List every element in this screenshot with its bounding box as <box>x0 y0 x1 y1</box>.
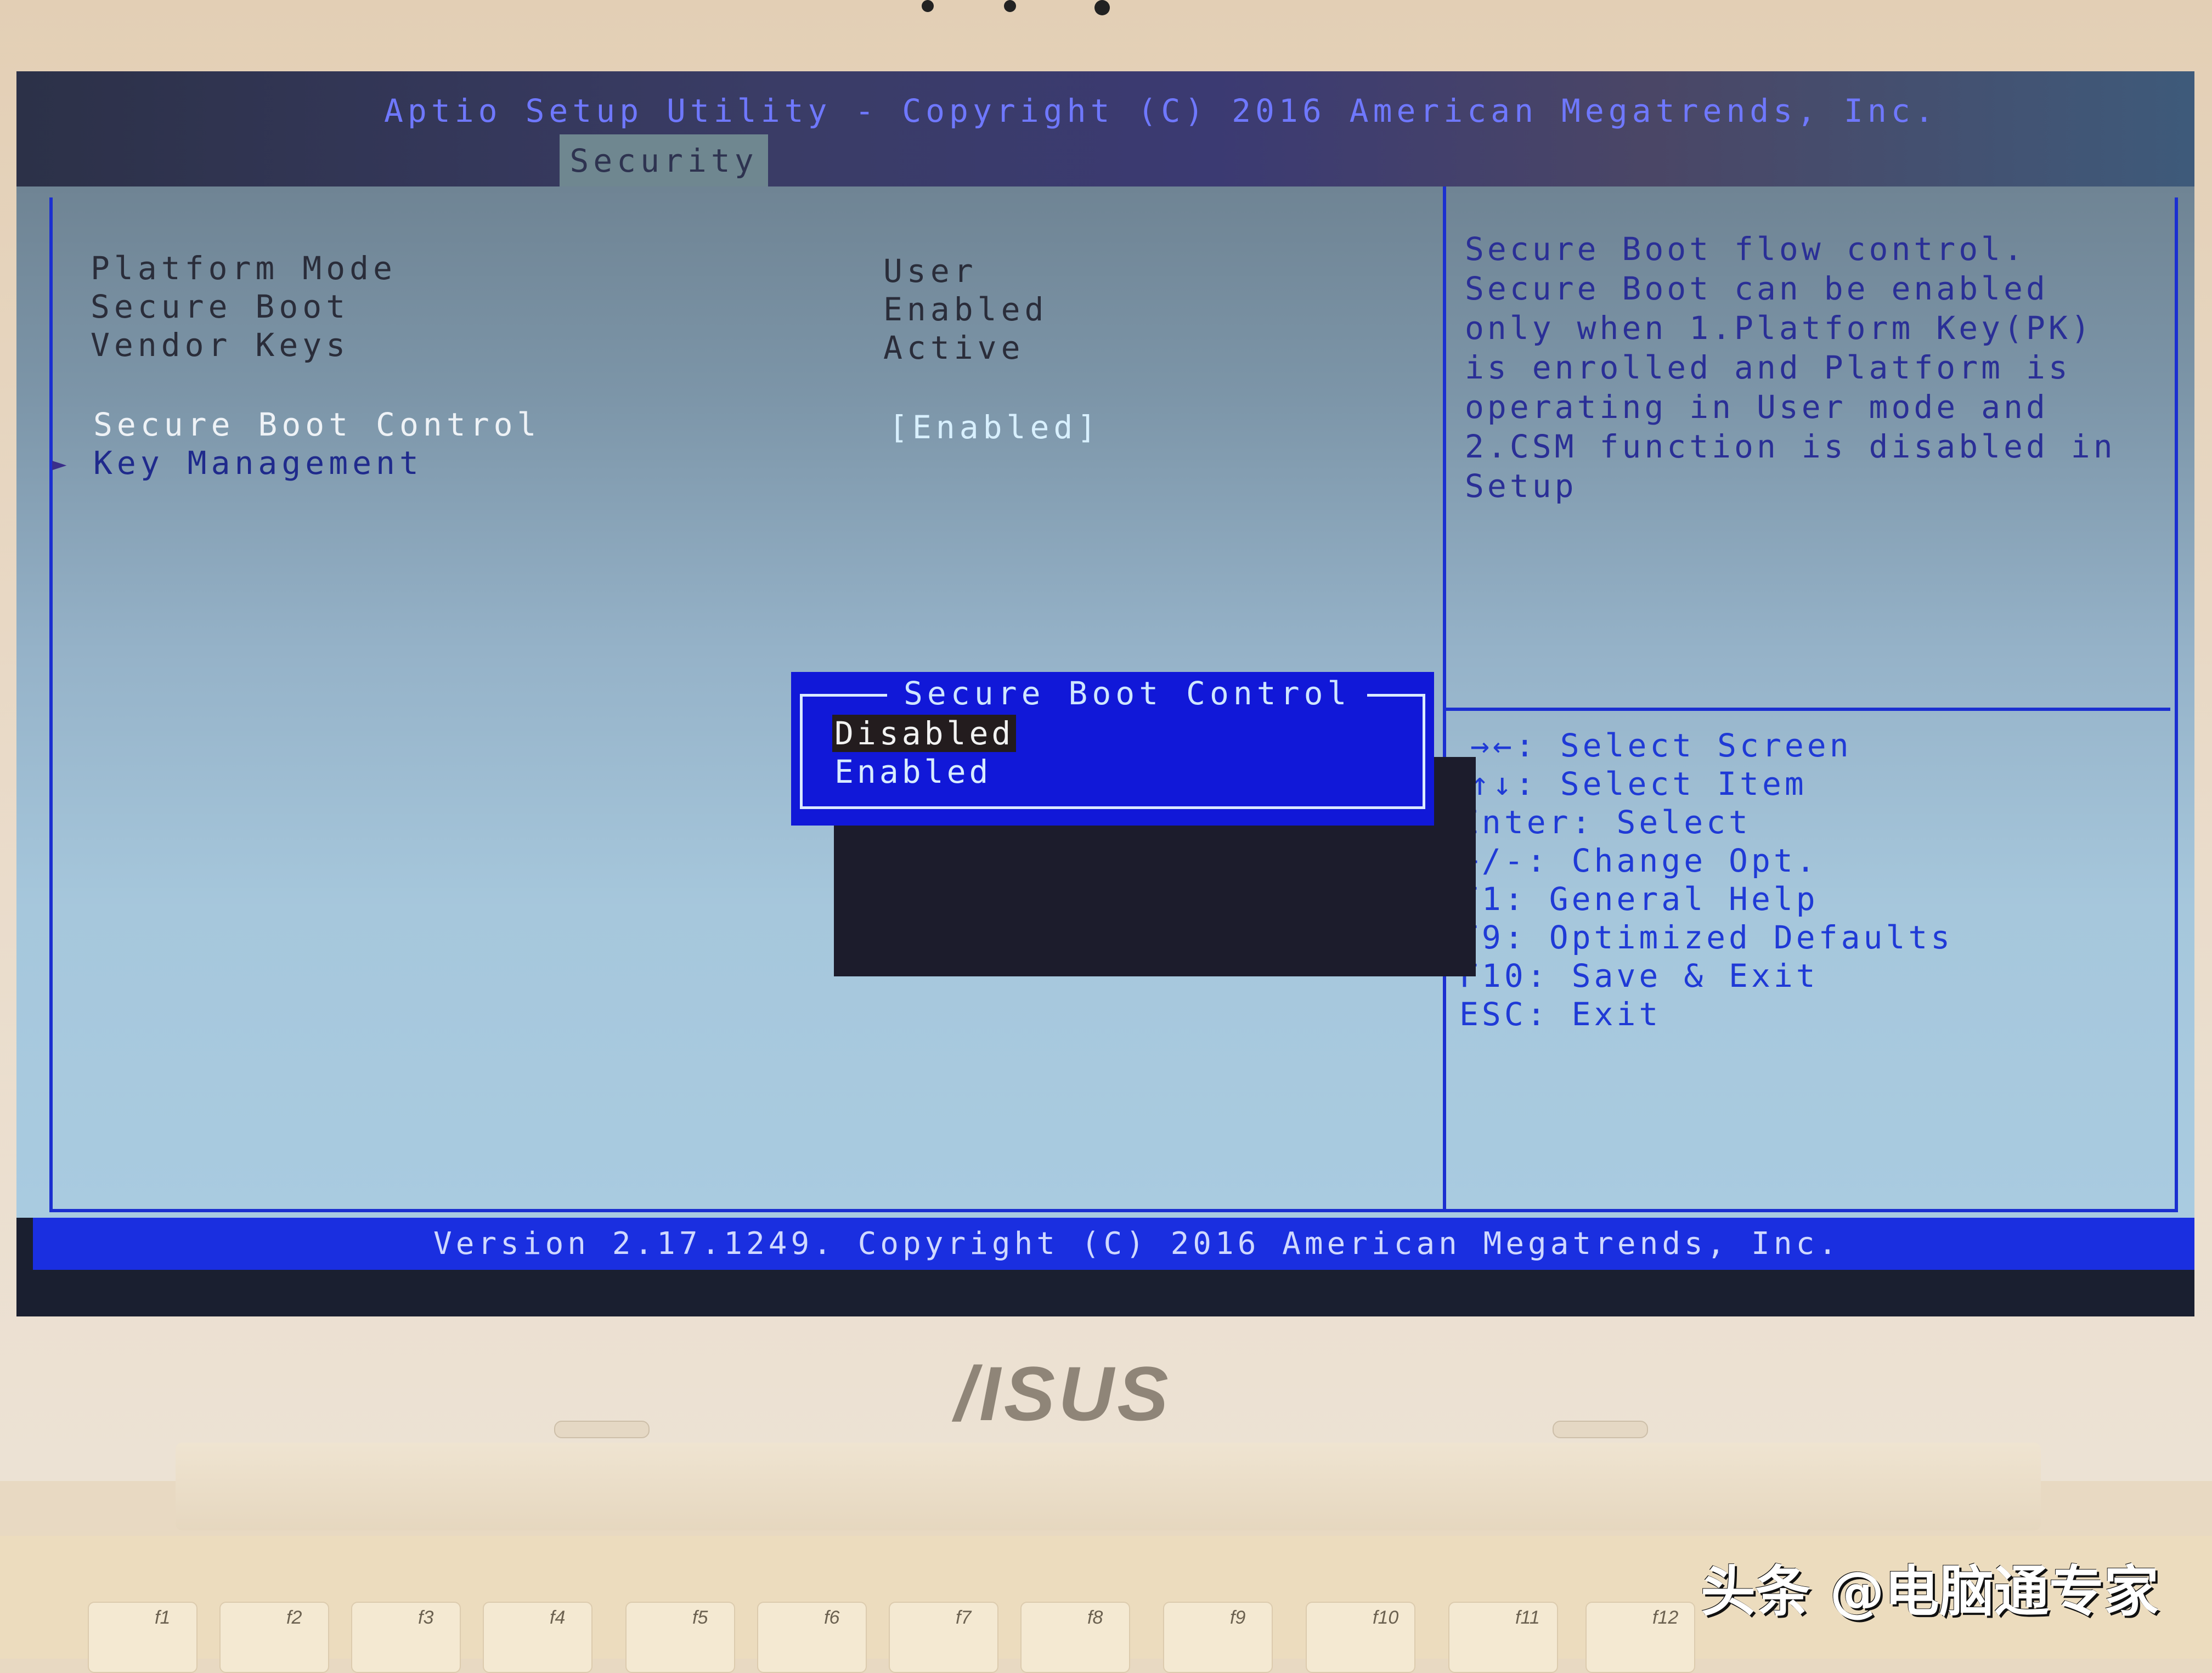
key-f4[interactable]: f4 <box>483 1602 592 1673</box>
submenu-arrow-icon: ► <box>52 450 67 478</box>
hinge-left <box>554 1421 650 1438</box>
setting-label-vendor-keys: Vendor Keys <box>91 326 350 364</box>
key-f6[interactable]: f6 <box>757 1602 867 1673</box>
key-arrows-vertical-icon: ↑↓: <box>1470 765 1538 802</box>
help-text-line: operating in User mode and <box>1465 388 2049 426</box>
popup-option-disabled[interactable]: Disabled <box>832 715 1017 752</box>
key-legend-f10: F10: Save & Exit <box>1459 957 1819 994</box>
key-f11[interactable]: f11 <box>1448 1602 1558 1673</box>
key-f10[interactable]: f10 <box>1306 1602 1415 1673</box>
bios-screen: Aptio Setup Utility - Copyright (C) 2016… <box>16 71 2194 1316</box>
key-legend-enter: Enter: Select <box>1459 804 1751 841</box>
key-f7[interactable]: f7 <box>889 1602 998 1673</box>
key-arrows-horizontal-icon: →←: <box>1470 727 1538 764</box>
help-text-line: Secure Boot flow control. <box>1465 230 2026 268</box>
panel-divider-vertical <box>1443 186 1446 1212</box>
hinge-right <box>1553 1421 1648 1438</box>
asus-logo: /ISUS <box>955 1350 1172 1437</box>
title-bar: Aptio Setup Utility - Copyright (C) 2016… <box>16 71 2194 186</box>
key-legend-action: Change Opt. <box>1571 842 1819 879</box>
app-title: Aptio Setup Utility - Copyright (C) 2016… <box>384 92 1938 129</box>
key-legend-key: Enter: <box>1459 804 1594 841</box>
version-footer: Version 2.17.1249. Copyright (C) 2016 Am… <box>33 1218 2194 1270</box>
setting-label-platform-mode: Platform Mode <box>91 250 397 287</box>
key-legend-select-screen: →←: Select Screen <box>1470 727 1852 764</box>
secure-boot-control-popup[interactable]: Secure Boot Control Disabled Enabled <box>791 672 1434 826</box>
key-legend-action: Select <box>1616 804 1751 841</box>
key-legend-action: Save & Exit <box>1571 957 1819 994</box>
help-text-line: 2.CSM function is disabled in <box>1465 428 2116 465</box>
key-legend-action: Select Item <box>1560 765 1807 802</box>
key-f5[interactable]: f5 <box>625 1602 735 1673</box>
help-text-line: Setup <box>1465 467 1577 505</box>
popup-title: Secure Boot Control <box>887 675 1368 712</box>
key-legend-action: Optimized Defaults <box>1549 919 1954 956</box>
setting-value-secure-boot: Enabled <box>883 291 1048 328</box>
sensor-icon <box>1004 0 1016 12</box>
watermark: 头条 @电脑通专家 <box>1701 1559 2159 1624</box>
popup-option-enabled[interactable]: Enabled <box>832 753 994 790</box>
key-f8[interactable]: f8 <box>1020 1602 1130 1673</box>
option-label-key-management[interactable]: Key Management <box>93 444 423 482</box>
camera-lens-icon <box>1094 0 1110 15</box>
setting-value-vendor-keys: Active <box>883 329 1025 366</box>
key-legend-key: ESC: <box>1459 996 1549 1033</box>
key-legend-action: Select Screen <box>1560 727 1852 764</box>
webcam-icon <box>922 0 934 12</box>
key-legend-f9: F9: Optimized Defaults <box>1459 919 1953 956</box>
key-f3[interactable]: f3 <box>351 1602 461 1673</box>
help-text-line: only when 1.Platform Key(PK) <box>1465 309 2094 347</box>
main-panel: Platform Mode User Secure Boot Enabled V… <box>16 186 2194 1218</box>
option-value-secure-boot-control[interactable]: [Enabled] <box>889 409 1101 446</box>
key-f1[interactable]: f1 <box>88 1602 198 1673</box>
key-f12[interactable]: f12 <box>1585 1602 1695 1673</box>
key-legend-change-opt: +/-: Change Opt. <box>1459 842 1819 879</box>
key-f2[interactable]: f2 <box>219 1602 329 1673</box>
key-legend-esc: ESC: Exit <box>1459 996 1661 1033</box>
key-legend-select-item: ↑↓: Select Item <box>1470 765 1807 802</box>
option-label-secure-boot-control[interactable]: Secure Boot Control <box>93 406 540 443</box>
help-text-line: Secure Boot can be enabled <box>1465 270 2049 307</box>
setting-value-platform-mode: User <box>883 252 978 290</box>
tab-security[interactable]: Security <box>560 134 768 186</box>
key-legend-f1: F1: General Help <box>1459 880 1819 918</box>
help-text-line: is enrolled and Platform is <box>1465 349 2071 386</box>
panel-divider-horizontal <box>1446 708 2170 711</box>
key-f9[interactable]: f9 <box>1163 1602 1273 1673</box>
key-legend-action: Exit <box>1571 996 1662 1033</box>
setting-label-secure-boot: Secure Boot <box>91 288 350 325</box>
key-legend-action: General Help <box>1549 880 1819 918</box>
lid-bottom-edge <box>176 1443 2041 1530</box>
